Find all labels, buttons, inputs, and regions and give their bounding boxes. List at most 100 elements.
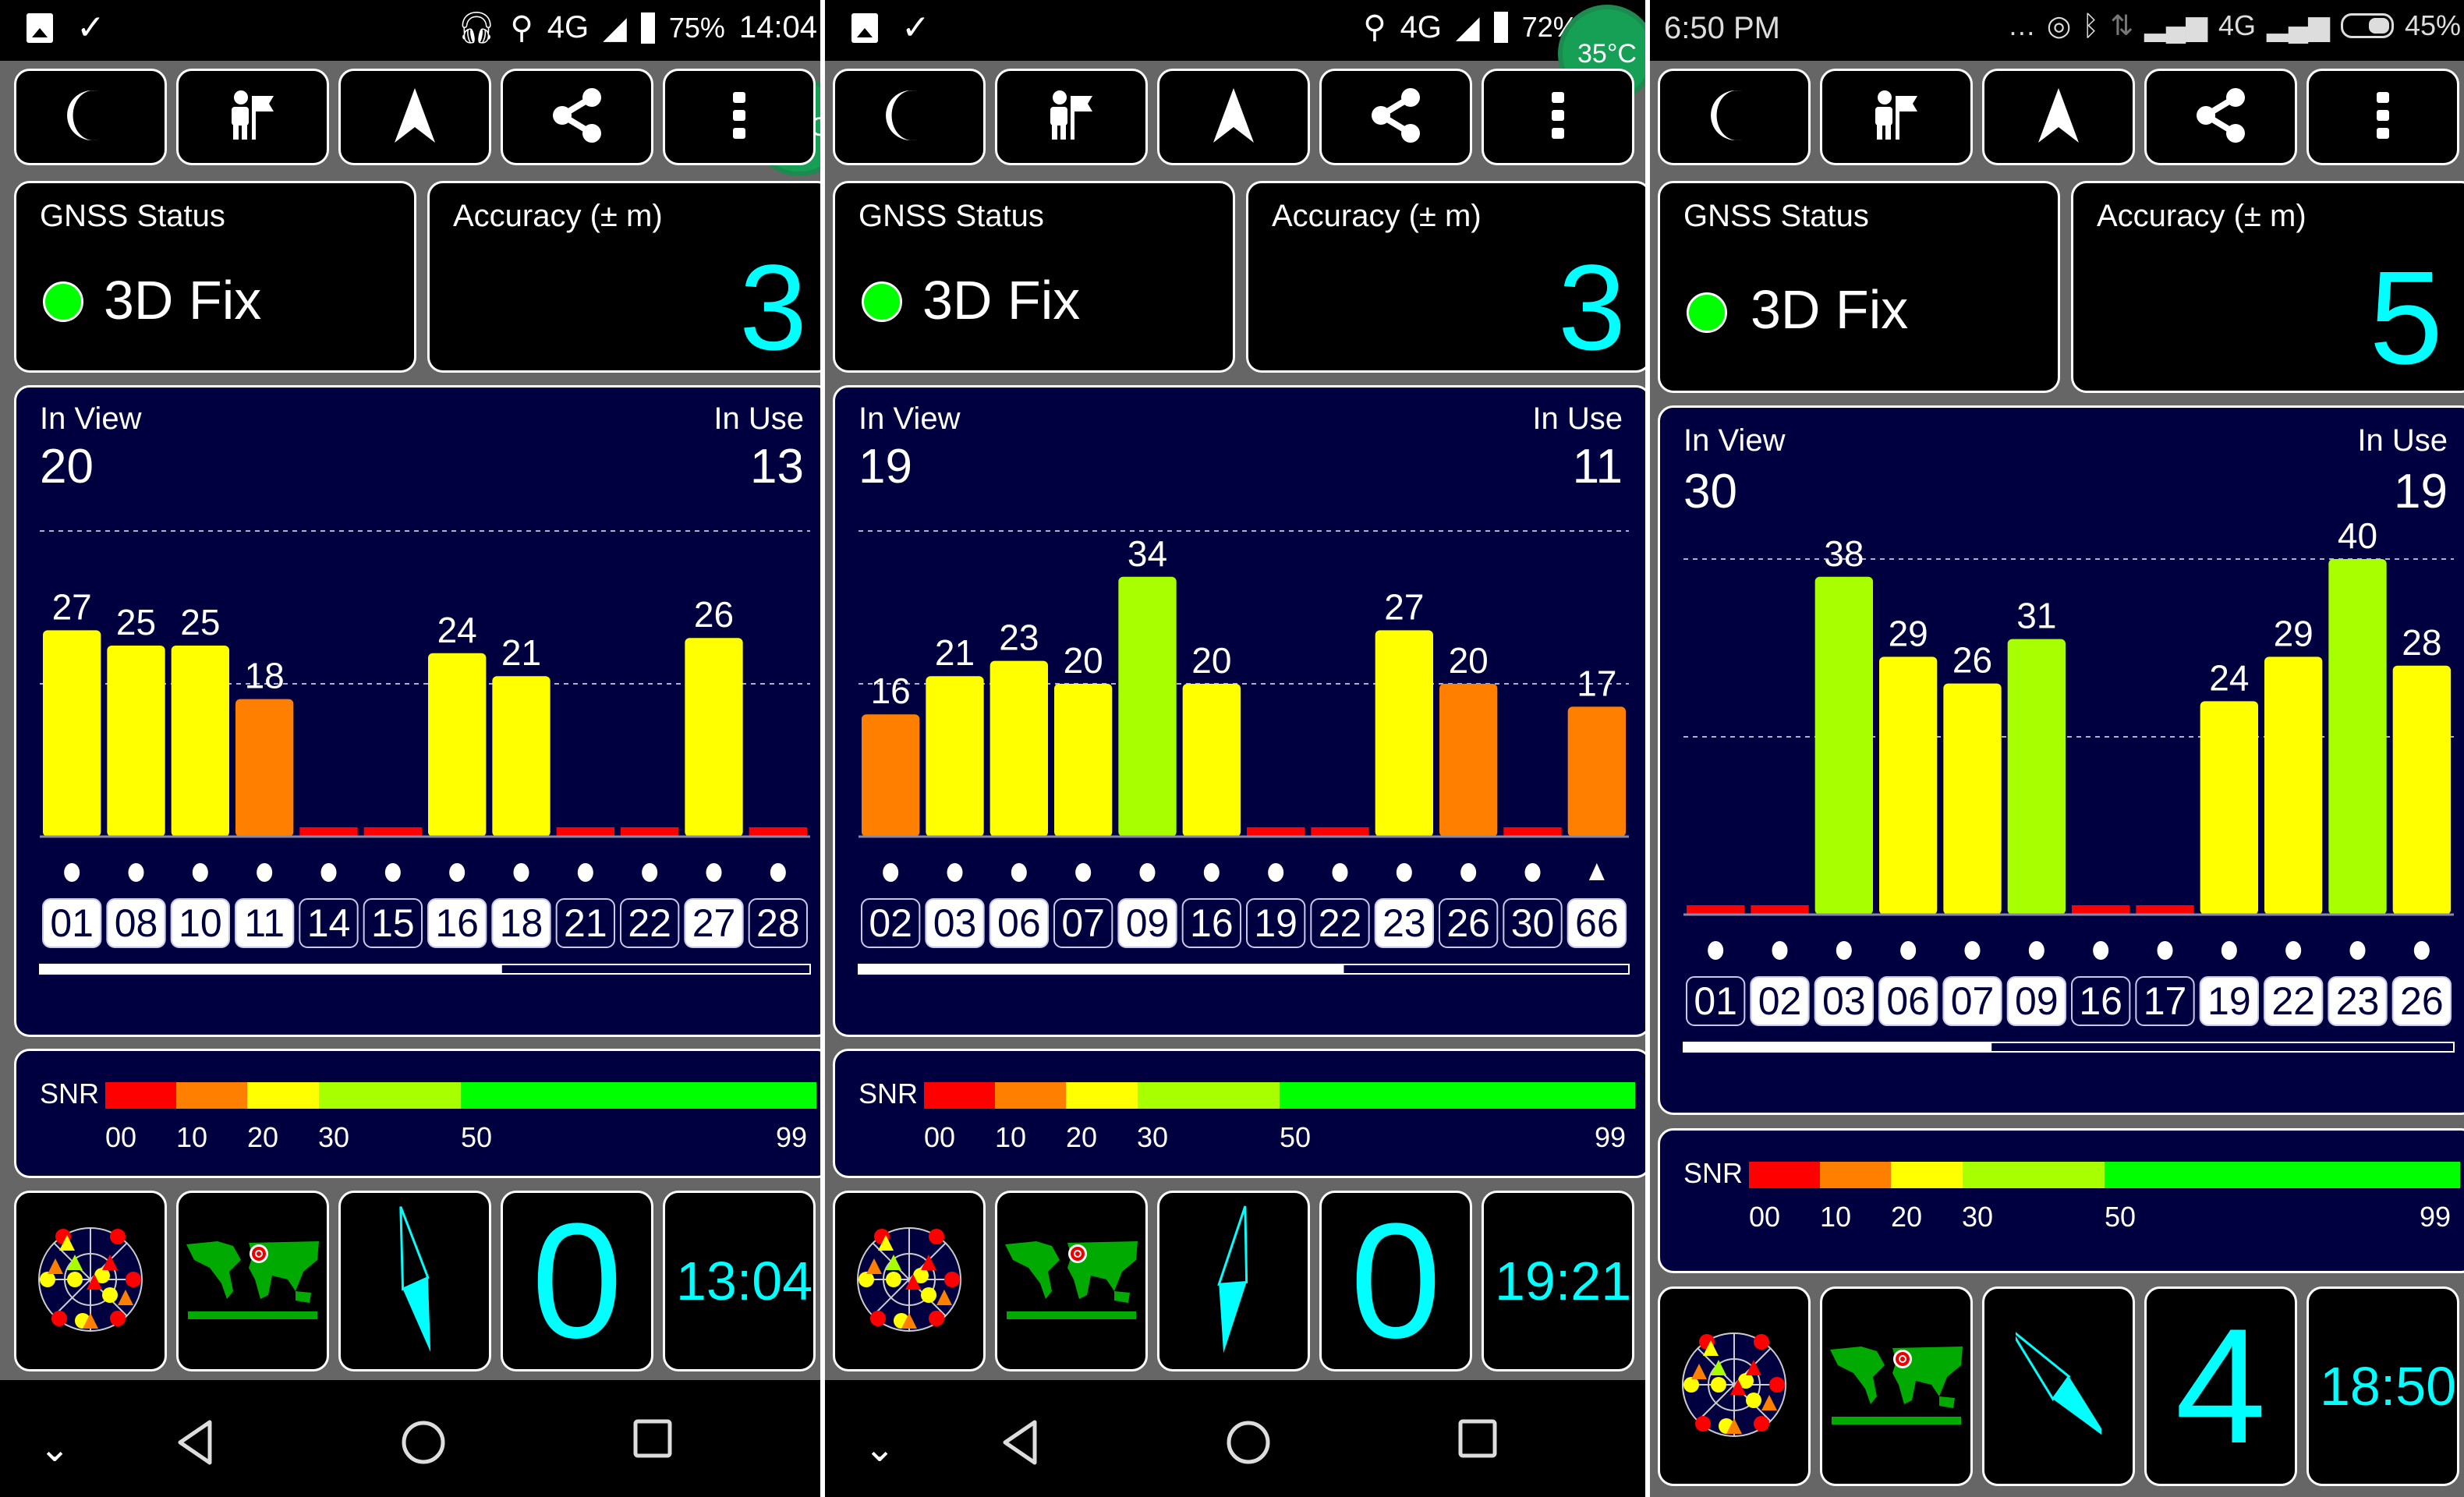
compass-tile[interactable]	[1982, 1286, 2135, 1486]
gallery-icon	[27, 13, 53, 43]
snr-scale-segment	[318, 1082, 461, 1109]
snr-bar[interactable]	[1311, 827, 1369, 837]
snr-bar[interactable]	[363, 827, 422, 837]
share-button[interactable]	[2144, 69, 2297, 165]
chart-scrollbar-thumb[interactable]	[40, 964, 502, 974]
snr-bar[interactable]	[299, 827, 358, 837]
accuracy-card[interactable]: Accuracy (± m) 5	[2071, 181, 2464, 393]
snr-bar[interactable]	[1943, 683, 2002, 915]
snr-bar[interactable]	[235, 699, 294, 837]
gps-marker	[577, 863, 593, 882]
snr-bar[interactable]	[43, 630, 101, 837]
navigation-button[interactable]	[338, 69, 491, 165]
snr-bar[interactable]	[2392, 665, 2451, 915]
snr-tick-label: 30	[1137, 1121, 1169, 1153]
accuracy-card[interactable]: Accuracy (± m) 3	[1246, 181, 1645, 373]
satellite-prn-label: 02	[869, 901, 912, 945]
snr-bar[interactable]	[2264, 656, 2323, 915]
gps-marker	[2349, 941, 2366, 960]
clock-tile[interactable]: 13:04	[663, 1191, 816, 1371]
world-map-tile[interactable]	[1820, 1286, 1973, 1486]
nav-back-button[interactable]	[1000, 1419, 1039, 1466]
waypoint-button[interactable]	[995, 69, 1148, 165]
snr-bar[interactable]	[2200, 701, 2258, 915]
accuracy-card[interactable]: Accuracy (± m) 3	[427, 181, 820, 373]
nav-home-button[interactable]	[1225, 1419, 1272, 1466]
nav-back-button[interactable]	[175, 1419, 214, 1466]
snr-bar[interactable]	[107, 646, 165, 837]
skyplot-tile[interactable]	[14, 1191, 167, 1371]
gps-marker	[1772, 941, 1788, 960]
share-button[interactable]	[501, 69, 653, 165]
snr-bar[interactable]	[2328, 559, 2387, 915]
snr-bar[interactable]	[1054, 684, 1113, 837]
nav-recents-button[interactable]	[1458, 1419, 1497, 1460]
waypoint-button[interactable]	[176, 69, 329, 165]
world-map-tile[interactable]	[995, 1191, 1148, 1371]
snr-bar[interactable]	[1439, 684, 1498, 837]
skyplot-tile[interactable]	[1658, 1286, 1811, 1486]
more-options-button[interactable]	[2306, 69, 2459, 165]
snr-bar[interactable]	[989, 660, 1048, 837]
satellite-chart-card[interactable]: In View In Use 30 19 01 02 38 03 29 06 26 07 31 0…	[1658, 405, 2464, 1115]
snr-bar[interactable]	[1375, 630, 1433, 837]
checklist-icon: ✓	[901, 9, 930, 47]
speed-tile[interactable]: 0	[501, 1191, 653, 1371]
snr-bar[interactable]	[749, 827, 807, 837]
snr-bar[interactable]	[1247, 827, 1305, 837]
night-mode-button[interactable]	[1658, 69, 1811, 165]
snr-bar[interactable]	[556, 827, 614, 837]
satellite-chart-card[interactable]: In View In Use 20 13 27 01 25 08 25 10 18 11 14 1…	[14, 385, 820, 1037]
speed-tile[interactable]: 0	[1319, 1191, 1472, 1371]
snr-bar[interactable]	[2072, 905, 2130, 915]
more-options-button[interactable]	[1482, 69, 1634, 165]
nav-collapse-button[interactable]: ⌄	[39, 1427, 70, 1470]
snr-bar[interactable]	[926, 676, 984, 837]
satellite-prn-label: 17	[2144, 979, 2187, 1023]
nav-recents-button[interactable]	[633, 1419, 672, 1460]
snr-bar[interactable]	[171, 646, 229, 837]
snr-bar[interactable]	[492, 676, 551, 837]
signal-icon-2: ▂▄▆	[2267, 9, 2330, 41]
share-button[interactable]	[1319, 69, 1472, 165]
satellite-chart-card[interactable]: In View In Use 19 11 16 02 21 03 23 06 20 07 34 0…	[833, 385, 1645, 1037]
chart-scrollbar-thumb[interactable]	[859, 964, 1344, 974]
gnss-status-card[interactable]: GNSS Status 3D Fix	[14, 181, 416, 373]
compass-tile[interactable]	[1157, 1191, 1310, 1371]
snr-bar[interactable]	[621, 827, 679, 837]
nav-home-button[interactable]	[400, 1419, 447, 1466]
speed-tile[interactable]: 4	[2144, 1286, 2297, 1486]
snr-bar[interactable]	[2007, 639, 2066, 915]
snr-bar[interactable]	[862, 714, 920, 837]
navigation-button[interactable]	[1982, 69, 2135, 165]
world-map-tile[interactable]	[176, 1191, 329, 1371]
nav-collapse-button[interactable]: ⌄	[864, 1427, 895, 1470]
battery-percent: 75%	[668, 11, 725, 44]
snr-bar[interactable]	[1567, 706, 1626, 837]
satellite-prn-label: 23	[2336, 979, 2380, 1023]
compass-tile[interactable]	[338, 1191, 491, 1371]
gnss-status-card[interactable]: GNSS Status 3D Fix	[1658, 181, 2060, 393]
chart-scrollbar-thumb[interactable]	[1683, 1042, 1992, 1052]
snr-bar[interactable]	[2136, 905, 2194, 915]
night-mode-button[interactable]	[833, 69, 986, 165]
clock-tile[interactable]: 19:21	[1482, 1191, 1634, 1371]
navigation-button[interactable]	[1157, 69, 1310, 165]
snr-bar[interactable]	[1751, 905, 1809, 915]
snr-bar[interactable]	[685, 638, 743, 837]
snr-bar[interactable]	[428, 653, 487, 837]
snr-bar[interactable]	[1182, 684, 1241, 837]
night-mode-button[interactable]	[14, 69, 167, 165]
snr-bar[interactable]	[1118, 576, 1177, 837]
fix-status-indicator	[862, 281, 902, 322]
snr-bar[interactable]	[1687, 905, 1745, 915]
skyplot-tile[interactable]	[833, 1191, 986, 1371]
gnss-status-card[interactable]: GNSS Status 3D Fix	[833, 181, 1235, 373]
snr-bar[interactable]	[1814, 576, 1873, 915]
snr-value-label: 17	[1577, 663, 1616, 703]
snr-bar[interactable]	[1503, 827, 1562, 837]
clock-tile[interactable]: 18:50	[2306, 1286, 2459, 1486]
more-options-button[interactable]	[663, 69, 816, 165]
snr-bar[interactable]	[1879, 656, 1938, 915]
waypoint-button[interactable]	[1820, 69, 1973, 165]
